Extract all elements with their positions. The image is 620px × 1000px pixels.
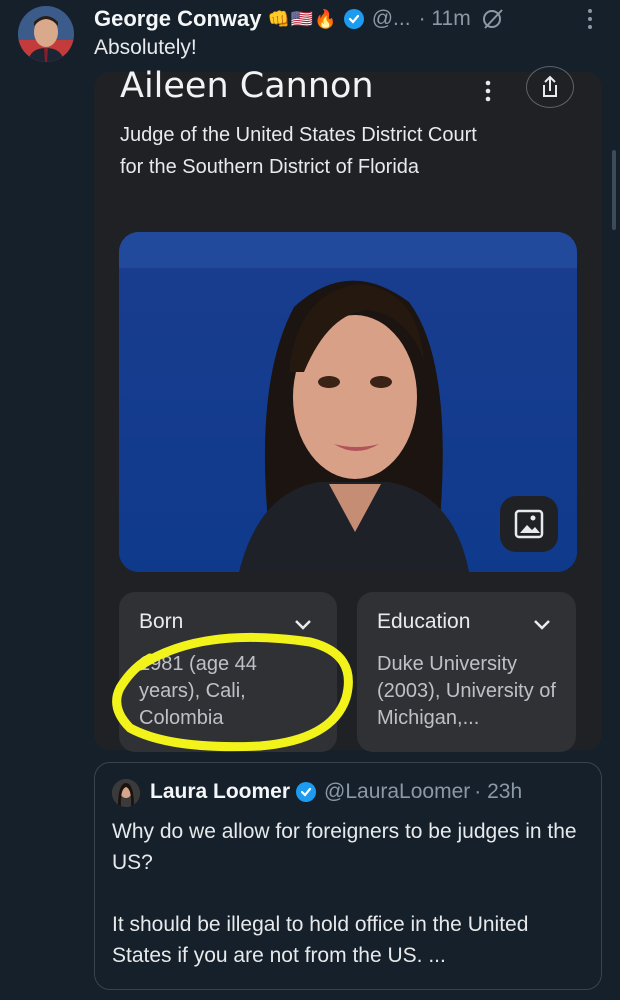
quoted-paragraph-2: It should be illegal to hold office in t… (112, 913, 529, 967)
panel-menu-icon[interactable] (476, 78, 500, 104)
verified-badge-icon (296, 782, 317, 802)
tweet-text: Absolutely! (94, 36, 197, 59)
tweet-header: George Conway 👊🇺🇸🔥 @... · 11m (94, 4, 505, 34)
tweet-time[interactable]: · 11m (419, 7, 471, 31)
verified-badge-icon (343, 9, 364, 29)
chevron-down-icon[interactable] (532, 618, 552, 632)
more-options-icon[interactable] (580, 4, 600, 34)
share-icon[interactable] (526, 66, 574, 108)
grok-icon[interactable] (481, 7, 505, 31)
quoted-tweet-text: Why do we allow for foreigners to be jud… (112, 816, 592, 971)
author-emoji: 👊🇺🇸🔥 (267, 8, 338, 29)
quoted-tweet-time[interactable]: · 23h (474, 780, 522, 804)
quoted-tweet-header: Laura Loomer @LauraLoomer · 23h (150, 780, 522, 804)
education-value: Duke University (2003), University of Mi… (377, 653, 556, 729)
education-label: Education (377, 610, 471, 633)
image-gallery-button[interactable] (500, 496, 558, 552)
quoted-paragraph-1: Why do we allow for foreigners to be jud… (112, 820, 577, 874)
scrollbar[interactable] (612, 150, 616, 230)
highlight-circle-annotation (112, 632, 353, 752)
panel-subtitle: Judge of the United States District Cour… (120, 124, 477, 178)
education-info-box[interactable]: Education Duke University (2003), Univer… (357, 592, 576, 752)
author-name[interactable]: George Conway (94, 6, 261, 32)
panel-title: Aileen Cannon (120, 66, 374, 106)
author-handle[interactable]: @... (372, 7, 411, 31)
quoted-author-avatar[interactable] (112, 779, 140, 807)
quoted-author-name[interactable]: Laura Loomer (150, 780, 290, 804)
quoted-author-handle[interactable]: @LauraLoomer (324, 780, 470, 804)
author-avatar[interactable] (18, 6, 74, 62)
